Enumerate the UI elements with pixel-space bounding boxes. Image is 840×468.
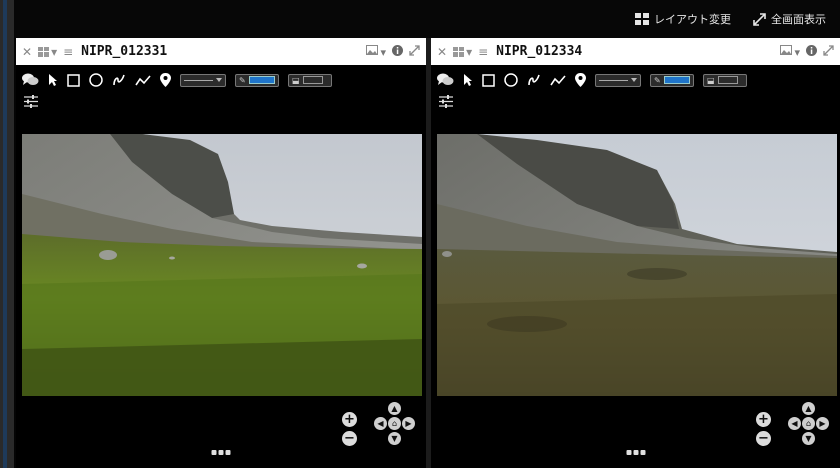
- layout-grid-icon: [635, 13, 649, 25]
- circle-icon[interactable]: [89, 73, 103, 87]
- adjust-sliders-icon[interactable]: [439, 95, 453, 108]
- pin-icon[interactable]: [160, 73, 171, 87]
- pen-icon: ✎: [239, 75, 246, 85]
- comment-icon[interactable]: [437, 73, 454, 87]
- pan-up-button[interactable]: ▲: [802, 402, 815, 415]
- close-icon[interactable]: ✕: [22, 45, 32, 59]
- pan-down-button[interactable]: ▼: [388, 432, 401, 445]
- fullscreen-button[interactable]: 全画面表示: [753, 11, 826, 27]
- polyline-icon[interactable]: [135, 74, 151, 87]
- home-button[interactable]: ⌂: [388, 417, 401, 430]
- fullscreen-label: 全画面表示: [771, 13, 826, 26]
- image-icon[interactable]: ▾: [366, 44, 386, 59]
- annotation-toolbar: ✎ ⬓: [22, 71, 332, 89]
- stroke-color-swatch: [248, 76, 275, 84]
- pan-left-button[interactable]: ◀: [374, 417, 387, 430]
- pan-dpad: ▲ ◀ ⌂ ▶ ▼: [788, 402, 830, 446]
- more-options-button[interactable]: [211, 450, 231, 455]
- left-edge-strip: [0, 0, 14, 468]
- stroke-color-swatch: [663, 76, 690, 84]
- adjust-sliders-icon[interactable]: [24, 95, 38, 108]
- info-icon[interactable]: [806, 44, 817, 59]
- pan-up-button[interactable]: ▲: [388, 402, 401, 415]
- image-icon[interactable]: ▾: [780, 44, 800, 59]
- pan-right-button[interactable]: ▶: [402, 417, 415, 430]
- pan-left-button[interactable]: ◀: [788, 417, 801, 430]
- zoom-in-button[interactable]: +: [342, 412, 357, 427]
- fill-icon: ⬓: [707, 75, 715, 85]
- expand-icon[interactable]: [823, 44, 834, 59]
- expand-icon[interactable]: [409, 44, 420, 59]
- pen-icon: ✎: [654, 75, 661, 85]
- fill-color-swatch: [302, 76, 323, 84]
- stroke-color-picker[interactable]: ✎: [235, 73, 279, 87]
- layout-change-label: レイアウト変更: [654, 13, 731, 26]
- pan-down-button[interactable]: ▼: [802, 432, 815, 445]
- landscape-photo[interactable]: [437, 134, 837, 396]
- zoom-out-button[interactable]: −: [342, 431, 357, 446]
- left-edge-accent: [3, 0, 7, 468]
- more-options-button[interactable]: [626, 450, 645, 455]
- grid-icon[interactable]: ▾: [453, 45, 472, 59]
- line-style-dropdown[interactable]: [180, 73, 226, 87]
- pan-dpad: ▲ ◀ ⌂ ▶ ▼: [374, 402, 416, 446]
- navigation-controls: + − ▲ ◀ ⌂ ▶ ▼: [756, 400, 830, 458]
- circle-icon[interactable]: [504, 73, 518, 87]
- zoom-out-button[interactable]: −: [756, 431, 771, 446]
- freehand-icon[interactable]: [527, 73, 541, 87]
- viewer-title: NIPR_012334: [496, 44, 583, 59]
- comment-icon[interactable]: [22, 73, 39, 87]
- grid-icon[interactable]: ▾: [38, 45, 57, 59]
- landscape-photo[interactable]: [22, 134, 422, 396]
- viewer-titlebar: ✕ ▾ ≡ NIPR_012331 ▾: [16, 38, 426, 65]
- close-icon[interactable]: ✕: [437, 45, 447, 59]
- fill-color-picker[interactable]: ⬓: [288, 73, 332, 87]
- viewer-panel-right: ✕ ▾ ≡ NIPR_012334 ▾ ✎ ⬓ + − ▲ ◀ ⌂ ▶ ▼: [431, 38, 840, 468]
- viewer-title: NIPR_012331: [81, 44, 168, 59]
- fill-color-picker[interactable]: ⬓: [703, 73, 747, 87]
- top-toolbar: レイアウト変更 全画面表示: [14, 0, 840, 38]
- list-icon[interactable]: ≡: [63, 45, 73, 59]
- layout-change-button[interactable]: レイアウト変更: [635, 11, 731, 27]
- fill-icon: ⬓: [292, 75, 300, 85]
- navigation-controls: + − ▲ ◀ ⌂ ▶ ▼: [342, 400, 416, 458]
- select-arrow-icon[interactable]: [48, 73, 58, 87]
- list-icon[interactable]: ≡: [478, 45, 488, 59]
- polyline-icon[interactable]: [550, 74, 566, 87]
- viewer-panel-left: ✕ ▾ ≡ NIPR_012331 ▾ ✎ ⬓ + − ▲ ◀ ⌂ ▶ ▼: [16, 38, 426, 468]
- select-arrow-icon[interactable]: [463, 73, 473, 87]
- home-button[interactable]: ⌂: [802, 417, 815, 430]
- line-style-dropdown[interactable]: [595, 73, 641, 87]
- stroke-color-picker[interactable]: ✎: [650, 73, 694, 87]
- rectangle-icon[interactable]: [67, 73, 80, 87]
- pan-right-button[interactable]: ▶: [816, 417, 829, 430]
- fill-color-swatch: [717, 76, 738, 84]
- rectangle-icon[interactable]: [482, 73, 495, 87]
- zoom-in-button[interactable]: +: [756, 412, 771, 427]
- fullscreen-icon: [753, 12, 766, 26]
- annotation-toolbar: ✎ ⬓: [437, 71, 747, 89]
- viewer-titlebar: ✕ ▾ ≡ NIPR_012334 ▾: [431, 38, 840, 65]
- info-icon[interactable]: [392, 44, 403, 59]
- pin-icon[interactable]: [575, 73, 586, 87]
- freehand-icon[interactable]: [112, 73, 126, 87]
